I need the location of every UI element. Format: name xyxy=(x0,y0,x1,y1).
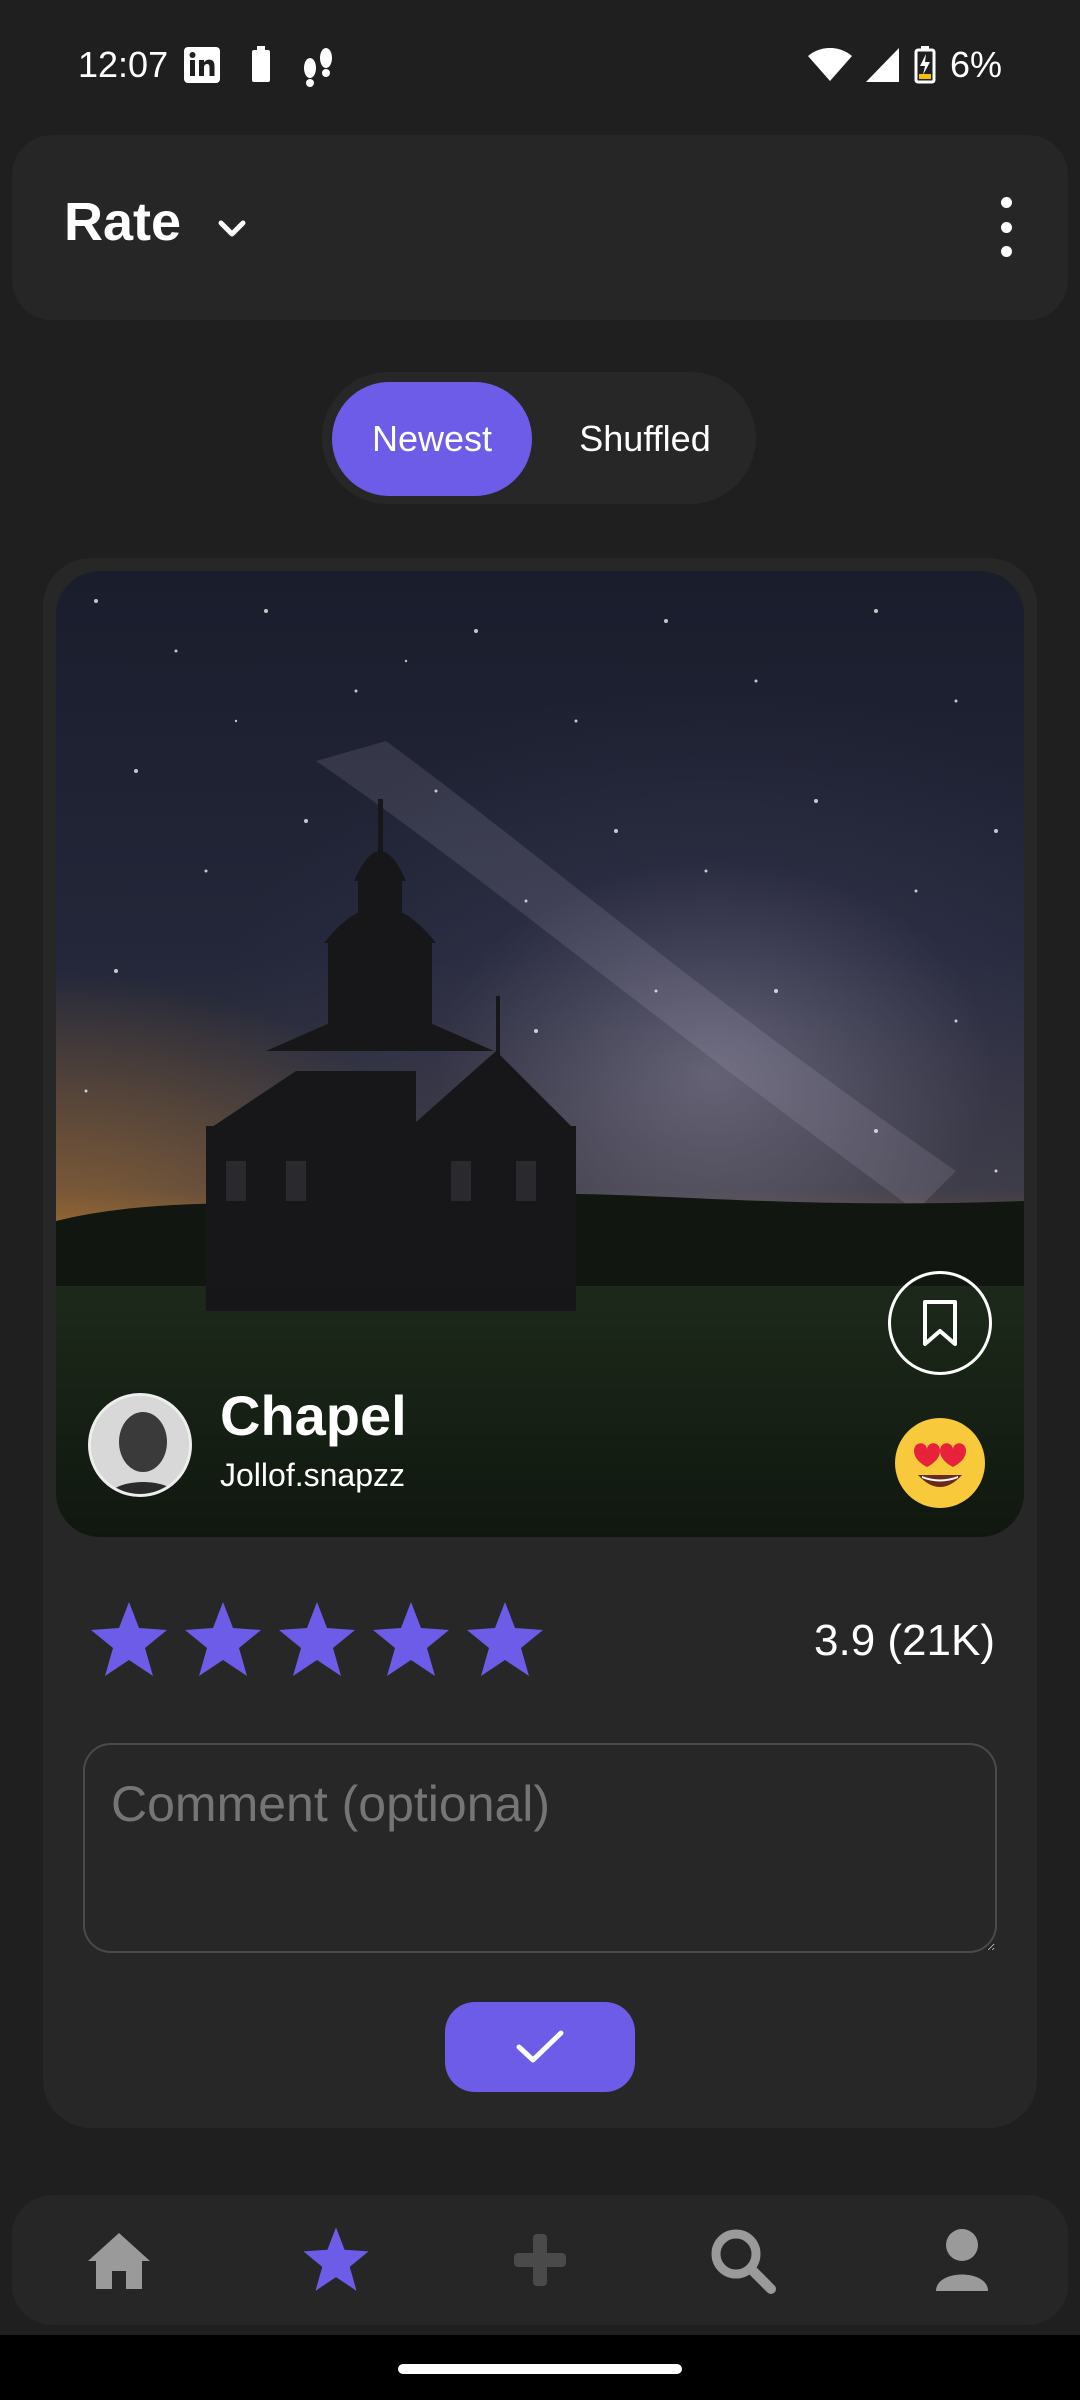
feed-toggle: Newest Shuffled xyxy=(322,372,756,504)
home-icon xyxy=(88,2233,150,2289)
more-vert-icon[interactable] xyxy=(996,197,1016,257)
screen: 12:07 6% Rate Newest Shuffled Chapel Jol… xyxy=(0,0,1080,2400)
nav-rate[interactable] xyxy=(276,2195,396,2325)
post-card: Chapel Jollof.snapzz 3.9 (21K) xyxy=(43,558,1037,2128)
signal-icon xyxy=(865,48,899,82)
chevron-down-icon[interactable] xyxy=(214,211,250,247)
rating-summary: 3.9 (21K) xyxy=(814,1616,995,1665)
wifi-icon xyxy=(807,48,852,81)
check-icon xyxy=(516,2030,564,2063)
nav-home[interactable] xyxy=(59,2195,179,2325)
avatar[interactable] xyxy=(88,1393,192,1497)
post-author[interactable]: Jollof.snapzz xyxy=(220,1457,405,1494)
photo-gradient-overlay xyxy=(56,1277,1024,1537)
post-title: Chapel xyxy=(220,1384,407,1447)
star-4-icon[interactable] xyxy=(369,1598,453,1682)
status-right: 6% xyxy=(807,44,1002,86)
app-header: Rate xyxy=(12,135,1068,320)
bottom-nav xyxy=(12,2195,1068,2325)
tab-shuffled[interactable]: Shuffled xyxy=(550,382,740,496)
star-1-icon[interactable] xyxy=(87,1598,171,1682)
status-time: 12:07 xyxy=(78,44,169,85)
battery-charging-icon xyxy=(914,46,936,84)
nav-search[interactable] xyxy=(682,2195,802,2325)
footsteps-icon xyxy=(304,48,332,87)
nav-add[interactable] xyxy=(480,2195,600,2325)
search-icon xyxy=(711,2229,776,2294)
battery-saver-icon xyxy=(252,46,270,82)
star-5-icon[interactable] xyxy=(463,1598,547,1682)
post-photo[interactable]: Chapel Jollof.snapzz xyxy=(56,571,1024,1537)
nav-profile[interactable] xyxy=(902,2195,1022,2325)
status-bar: 12:07 6% xyxy=(0,0,1080,135)
star-icon xyxy=(303,2227,369,2291)
star-3-icon[interactable] xyxy=(275,1598,359,1682)
plus-icon xyxy=(514,2234,566,2286)
tab-newest[interactable]: Newest xyxy=(332,382,532,496)
bookmark-button[interactable] xyxy=(888,1271,992,1375)
submit-rating-button[interactable] xyxy=(445,2002,635,2092)
bookmark-icon xyxy=(923,1300,957,1346)
page-title[interactable]: Rate xyxy=(64,191,181,253)
heart-eyes-emoji-icon[interactable] xyxy=(892,1415,988,1511)
rating-stars xyxy=(87,1598,547,1682)
battery-percent: 6% xyxy=(949,44,1002,85)
linkedin-icon xyxy=(184,47,220,83)
home-gesture-handle[interactable] xyxy=(398,2364,682,2374)
person-icon xyxy=(936,2229,988,2291)
comment-input[interactable] xyxy=(83,1743,997,1953)
star-2-icon[interactable] xyxy=(181,1598,265,1682)
